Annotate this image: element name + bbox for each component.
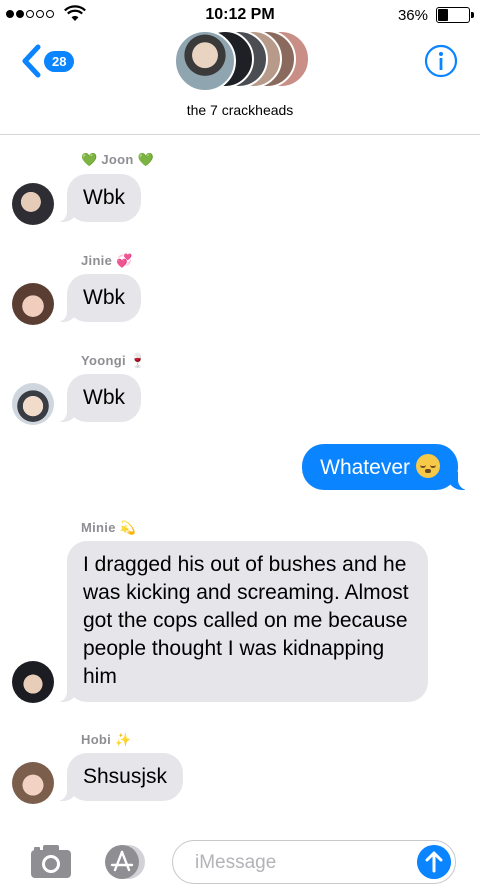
outgoing-message-bubble[interactable]: Whatever	[302, 444, 468, 490]
back-button[interactable]: 28	[20, 44, 75, 78]
sender-name: Hobi ✨	[81, 732, 132, 747]
avatar[interactable]	[12, 183, 54, 225]
message-bubble[interactable]: Shsusjsk	[56, 753, 184, 801]
info-icon[interactable]	[424, 44, 458, 78]
back-chevron-icon	[22, 44, 41, 78]
camera-icon[interactable]	[30, 843, 72, 879]
avatar[interactable]	[12, 383, 54, 425]
sleepy-face-emoji-icon	[416, 454, 440, 478]
app-store-icon[interactable]	[102, 844, 146, 880]
sender-name: 💚 Joon 💚	[81, 152, 155, 167]
message-bubble[interactable]: Wbk	[57, 274, 141, 322]
status-bar: 10:12 PM 36%	[0, 0, 480, 30]
message-bubble[interactable]: Wbk	[57, 174, 141, 222]
message-text: Whatever	[320, 456, 410, 479]
sender-name: Minie 💫	[81, 520, 137, 535]
conversation-header: 28 the 7 crackheads	[0, 30, 480, 135]
compose-bar: iMessage	[0, 830, 480, 896]
message-bubble[interactable]: Wbk	[57, 374, 141, 422]
message-input[interactable]: iMessage	[172, 840, 456, 884]
message-bubble[interactable]: I dragged his out of bushes and he was k…	[57, 541, 428, 702]
unread-count-badge: 28	[44, 50, 75, 72]
avatar[interactable]	[12, 762, 54, 804]
sender-name: Yoongi 🍷	[81, 353, 147, 368]
battery-percent: 36%	[397, 7, 428, 24]
group-name[interactable]: the 7 crackheads	[0, 102, 480, 118]
send-arrow-icon[interactable]	[417, 845, 451, 879]
group-avatar-stack[interactable]	[170, 30, 310, 92]
sender-name: Jinie 💞	[81, 253, 133, 268]
message-input-placeholder: iMessage	[195, 852, 277, 873]
battery-icon	[436, 7, 474, 23]
avatar[interactable]	[12, 283, 54, 325]
avatar[interactable]	[12, 661, 54, 703]
